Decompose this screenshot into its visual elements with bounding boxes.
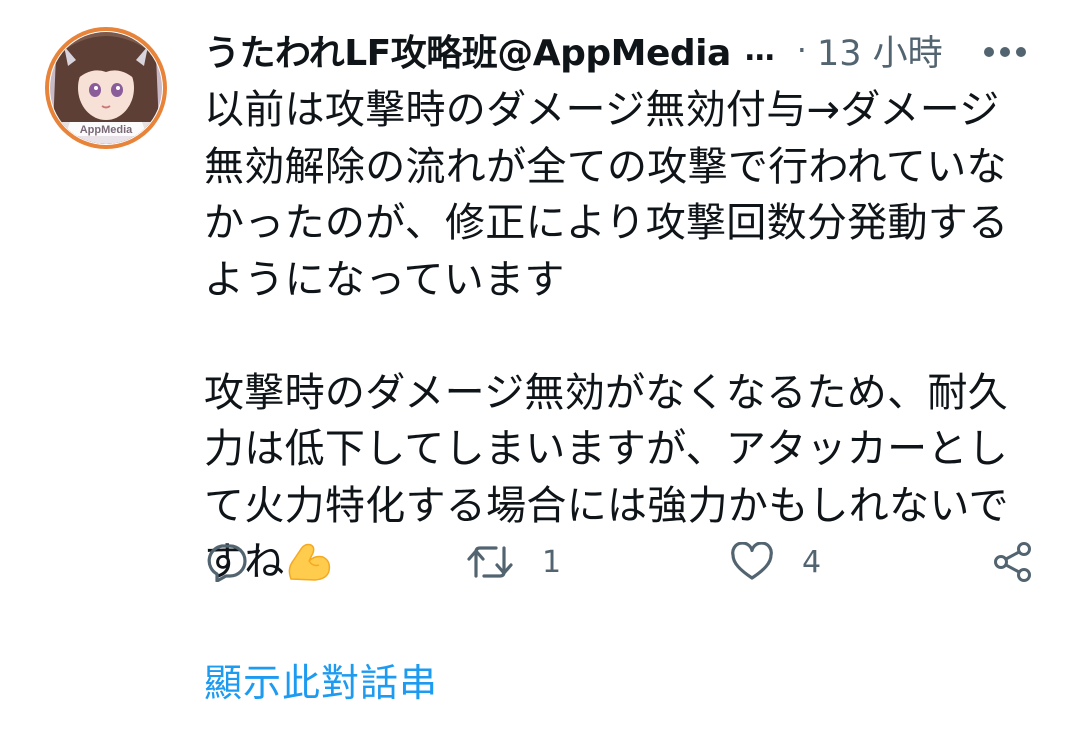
like-count: 4 [802,544,822,580]
tweet[interactable]: AppMedia うたわれLF攻略班@AppMedia … · 13 小時 以前… [0,0,1080,731]
name-truncation: … [744,32,775,68]
like-icon [731,542,773,580]
author-display-name[interactable]: うたわれLF攻略班@AppMedia [204,24,731,76]
reply-icon [207,544,247,582]
separator: · [796,31,807,69]
tweet-actions: 1 4 [0,530,1080,594]
retweet-button[interactable]: 1 [466,530,561,594]
more-icon [984,47,1026,57]
share-icon [994,542,1031,582]
tweet-text-body: 以前は攻撃時のダメージ無効付与→ダメージ無効解除の流れが全ての攻撃で行われていな… [204,87,1009,585]
retweet-count: 1 [542,544,562,580]
retweet-icon [467,546,513,578]
avatar-image: AppMedia [45,27,167,149]
more-button[interactable] [980,34,1030,70]
show-thread-link[interactable]: 顯示此對話串 [204,652,438,707]
like-button[interactable]: 4 [730,530,821,594]
tweet-time[interactable]: 13 小時 [817,25,943,76]
share-button[interactable] [992,530,1034,594]
tweet-text: 以前は攻撃時のダメージ無効付与→ダメージ無効解除の流れが全ての攻撃で行われていな… [204,82,1034,599]
reply-button[interactable] [204,530,276,594]
avatar[interactable]: AppMedia [44,26,168,150]
tweet-header: うたわれLF攻略班@AppMedia … · 13 小時 [204,22,1040,78]
avatar-logo-text: AppMedia [80,124,133,136]
